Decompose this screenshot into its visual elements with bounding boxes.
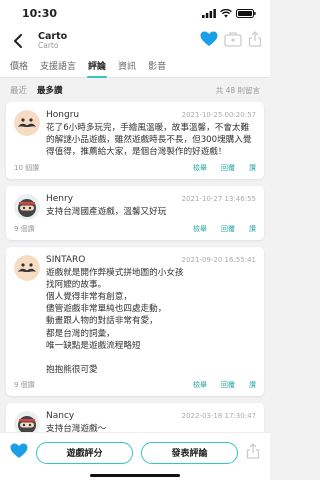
tab-info[interactable]: 資訊 — [112, 59, 142, 77]
battery-icon — [236, 8, 256, 18]
comment-card: Nancy 2022-03-18 17:30:47 支持台灣遊戲～ — [6, 403, 264, 432]
rate-game-button[interactable]: 遊戲評分 — [36, 441, 133, 464]
mustache-avatar-icon — [14, 110, 40, 136]
heart-icon — [200, 31, 218, 46]
comment-date: 2021-10-25 00:20:57 — [181, 111, 256, 119]
share-button[interactable] — [248, 31, 262, 51]
reply-link[interactable]: 回覆 — [221, 380, 235, 390]
share-bottom-button[interactable] — [246, 442, 260, 463]
tab-languages[interactable]: 支援語言 — [34, 59, 82, 77]
comment-user[interactable]: Hongru — [46, 110, 79, 120]
sort-bar: 最近 最多讚 共 48 則留言 — [0, 78, 270, 102]
post-comment-button[interactable]: 發表評論 — [141, 441, 238, 464]
tab-reviews[interactable]: 評論 — [82, 59, 112, 78]
comment-body: 支持台灣遊戲～ — [46, 424, 107, 432]
status-icons — [202, 8, 256, 18]
chevron-left-icon — [14, 34, 22, 48]
app-title-block: Carto Carto — [38, 32, 200, 50]
share-icon — [246, 442, 260, 459]
comment-count: 共 48 則留言 — [215, 85, 260, 95]
sort-recent[interactable]: 最近 — [10, 84, 27, 96]
app-header: Carto Carto — [0, 26, 270, 56]
like-count: 10 個讚 — [14, 163, 40, 172]
report-link[interactable]: 檢舉 — [193, 163, 207, 173]
avatar — [14, 411, 40, 432]
avatar — [14, 254, 40, 281]
favorite-heart-button[interactable] — [200, 31, 218, 51]
reply-link[interactable]: 回覆 — [221, 224, 235, 234]
sort-most-liked[interactable]: 最多讚 — [37, 84, 63, 96]
report-link[interactable]: 檢舉 — [193, 380, 207, 390]
case-icon — [224, 32, 242, 47]
tab-price[interactable]: 價格 — [4, 59, 34, 77]
avatar — [14, 193, 40, 220]
ninja-avatar-icon — [14, 193, 40, 220]
app-subtitle: Carto — [38, 41, 59, 51]
comment-user[interactable]: Nancy — [46, 411, 74, 421]
comment-body: 遊戲就是開作弊模式拼地圖的小女孩 找阿嬤的故事。 個人覺得非常有創意， 儘管遊戲… — [46, 267, 184, 376]
wifi-icon — [220, 8, 232, 17]
comment-date: 2021-09-20 16:55:41 — [181, 255, 256, 264]
status-bar: 10:30 — [0, 0, 270, 26]
like-link[interactable]: 讚 — [249, 163, 256, 173]
heart-icon — [10, 443, 28, 458]
favorite-bottom-button[interactable] — [10, 443, 28, 463]
ninja-avatar-icon — [14, 411, 40, 432]
comment-list: Hongru 2021-10-25 00:20:57 花了6小時多玩完，手繪風溫… — [0, 102, 270, 432]
bottom-bar: 遊戲評分 發表評論 — [0, 432, 270, 480]
signal-icon — [202, 8, 216, 18]
like-count: 9 個讚 — [14, 381, 35, 390]
comment-body: 支持台灣國產遊戲，溫馨又好玩 — [46, 206, 167, 217]
avatar — [14, 110, 40, 136]
comment-card: Hongru 2021-10-25 00:20:57 花了6小時多玩完，手繪風溫… — [6, 102, 264, 179]
like-count: 9 個讚 — [14, 224, 35, 233]
comment-card: SINTARO 2021-09-20 16:55:41 遊戲就是開作弊模式拼地圖… — [6, 246, 264, 397]
tab-media[interactable]: 影音 — [142, 59, 172, 77]
home-indicator — [90, 474, 180, 477]
collection-button[interactable] — [224, 31, 242, 51]
reply-link[interactable]: 回覆 — [221, 163, 235, 173]
comment-date: 2021-10-27 13:46:55 — [181, 194, 256, 203]
comment-user[interactable]: SINTARO — [46, 255, 85, 265]
back-button[interactable] — [8, 31, 28, 51]
comment-body: 花了6小時多玩完，手繪風溫暖，故事溫馨，不會太難的解謎小品遊戲，雖然遊戲時長不長… — [46, 123, 252, 158]
like-link[interactable]: 讚 — [249, 224, 256, 234]
report-link[interactable]: 檢舉 — [193, 224, 207, 234]
share-icon — [248, 31, 262, 47]
app-title: Carto — [38, 31, 68, 43]
comment-card: Henry 2021-10-27 13:46:55 支持台灣國產遊戲，溫馨又好玩… — [6, 185, 264, 240]
comment-user[interactable]: Henry — [46, 194, 73, 204]
mustache-avatar-icon — [14, 254, 40, 281]
like-link[interactable]: 讚 — [249, 380, 256, 390]
comment-date: 2022-03-18 17:30:47 — [181, 412, 256, 421]
tab-bar: 價格 支援語言 評論 資訊 影音 — [0, 56, 270, 78]
status-time: 10:30 — [22, 6, 58, 20]
